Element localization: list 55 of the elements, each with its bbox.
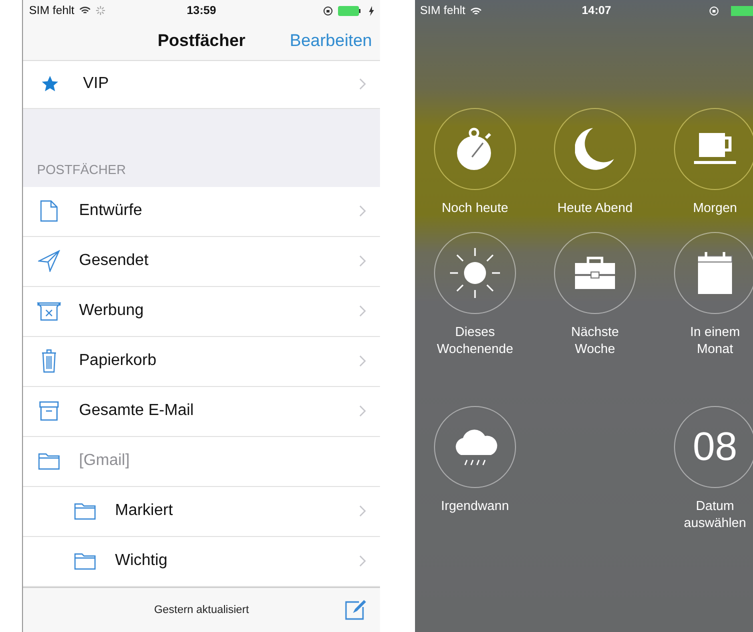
briefcase-icon <box>573 255 617 291</box>
snooze-option[interactable]: 08 Datum auswählen <box>655 406 753 566</box>
carrier-text: SIM fehlt <box>420 5 466 17</box>
wifi-icon <box>79 6 92 16</box>
mailbox-row[interactable]: Gesamte E-Mail <box>23 386 380 437</box>
chevron-icon <box>359 555 366 568</box>
chevron-icon <box>359 405 366 418</box>
chevron-icon <box>359 78 366 90</box>
option-label: In einem Monat <box>689 324 741 358</box>
option-label: Noch heute <box>440 200 510 217</box>
calendar-icon <box>695 251 735 295</box>
rotation-lock-icon <box>708 6 719 16</box>
status-time: 13:59 <box>186 4 216 17</box>
sun-icon <box>449 247 501 299</box>
edit-link[interactable]: Bearbeiten <box>290 30 372 51</box>
date-number: 08 <box>692 424 738 470</box>
mailbox-row[interactable]: Werbung <box>23 286 380 337</box>
chevron-icon <box>359 355 366 368</box>
chevron-icon <box>359 205 366 218</box>
snooze-option[interactable]: Nächste Woche <box>535 232 655 392</box>
chevron-icon <box>359 505 366 518</box>
star-icon <box>41 75 59 94</box>
document-icon <box>40 200 58 222</box>
mailbox-row[interactable]: Papierkorb <box>23 336 380 387</box>
chevron-icon <box>359 255 366 268</box>
option-label: Nächste Woche <box>570 324 620 358</box>
snooze-option[interactable]: In einem Monat <box>655 232 753 392</box>
update-status-text: Gestern aktualisiert <box>154 604 249 616</box>
chevron-icon <box>359 305 366 318</box>
trash-icon <box>41 349 57 374</box>
compose-icon[interactable] <box>344 598 366 621</box>
option-label: Heute Abend <box>556 200 634 217</box>
snooze-option[interactable]: Dieses Wochenende <box>415 232 535 392</box>
option-label: Datum auswählen <box>682 498 748 532</box>
battery-icon <box>730 6 753 16</box>
snooze-option[interactable]: Irgendwann <box>415 406 535 566</box>
wifi-icon <box>470 6 482 16</box>
carrier-text: SIM fehlt <box>29 4 74 17</box>
status-time: 14:07 <box>582 5 612 17</box>
archive-box-icon <box>39 401 59 422</box>
section-header: POSTFÄCHER <box>37 162 126 177</box>
folder-icon <box>38 452 60 470</box>
folder-icon <box>74 502 96 520</box>
option-label: Dieses Wochenende <box>436 324 514 358</box>
mailbox-row[interactable]: Gesendet <box>23 236 380 287</box>
option-label: Morgen <box>692 200 738 217</box>
rotation-lock-icon <box>322 6 333 16</box>
screen-title: Postfächer <box>158 30 246 51</box>
option-label: Irgendwann <box>440 498 510 515</box>
folder-icon <box>74 552 96 570</box>
activity-spinner-icon <box>96 6 106 16</box>
moon-icon <box>575 127 615 171</box>
coffee-cup-icon <box>693 131 737 167</box>
paper-plane-icon <box>38 250 60 272</box>
junk-box-icon <box>37 301 61 322</box>
